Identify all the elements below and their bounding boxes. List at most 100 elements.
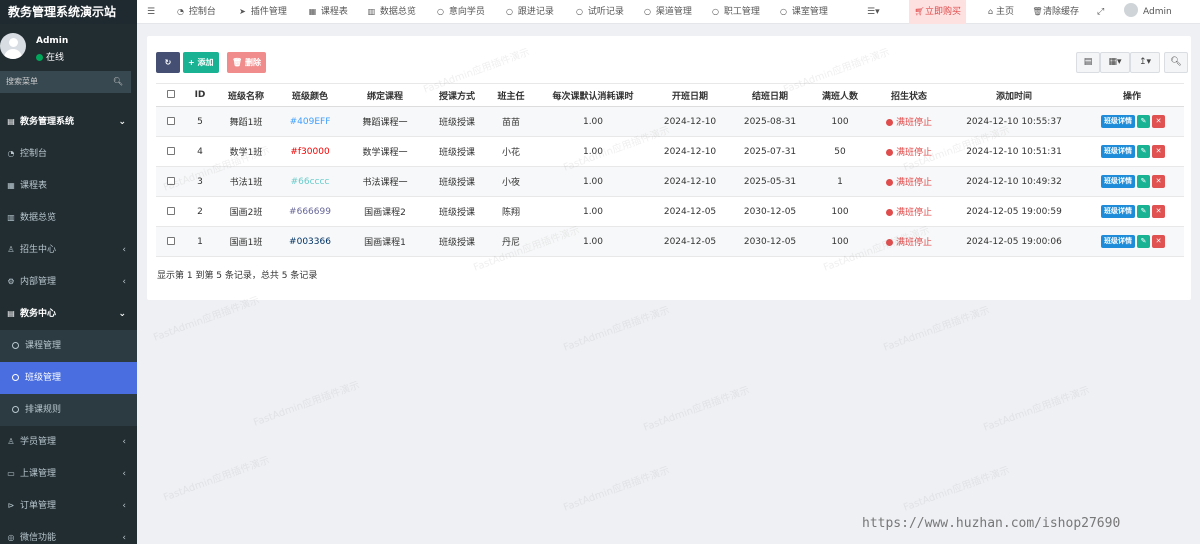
columns-dropdown-button[interactable]: ▦▾ — [1100, 52, 1130, 73]
menu-search-input[interactable]: 搜索菜单 🔍︎ — [0, 71, 131, 93]
status-dot-icon — [885, 209, 893, 216]
row-checkbox[interactable] — [167, 206, 175, 215]
pencil-icon[interactable]: ✎ — [1137, 205, 1150, 218]
trash-icon[interactable]: ✕ — [1152, 145, 1165, 158]
column-header-1[interactable]: 班级名称 — [214, 83, 278, 107]
pencil-icon[interactable]: ✎ — [1137, 175, 1150, 188]
table-row[interactable]: 2 国画2班 #666699 国画课程2 班级授课 陈翔 1.00 2024-12-05 203… — [156, 196, 1184, 227]
column-header-2[interactable]: 班级颜色 — [278, 83, 342, 107]
class-detail-button[interactable]: 班级详情 — [1101, 235, 1135, 248]
buy-now-button[interactable]: 🛒︎立即购买 — [909, 0, 967, 24]
column-header-9[interactable]: 满班人数 — [810, 83, 870, 107]
watermark-text: FastAdmin应用插件演示 — [162, 455, 272, 504]
class-detail-button[interactable]: 班级详情 — [1101, 175, 1135, 188]
sidebar-item-10[interactable]: ♙ 学员管理 ‹ — [0, 426, 137, 458]
cell-name: 数学1班 — [214, 136, 278, 167]
sidebar-item-9[interactable]: 排课规则 — [0, 394, 137, 426]
pencil-icon[interactable]: ✎ — [1137, 145, 1150, 158]
sidebar-item-2[interactable]: ▦ 课程表 — [0, 170, 137, 202]
sidebar-item-13[interactable]: ◎ 微信功能 ‹ — [0, 522, 137, 544]
table-row[interactable]: 4 数学1班 #f30000 数学课程一 班级授课 小花 1.00 2024-12-10 202… — [156, 136, 1184, 167]
trash-icon[interactable]: ✕ — [1152, 205, 1165, 218]
home-icon: ⌂ — [987, 7, 994, 16]
cart-icon: 🛒︎ — [914, 7, 925, 16]
trash-icon[interactable]: ✕ — [1152, 235, 1165, 248]
topnav-item-2[interactable]: ▦ 课程表 — [307, 0, 348, 24]
pencil-icon[interactable]: ✎ — [1137, 115, 1150, 128]
topnav-item-3[interactable]: ▥ 数据总览 — [366, 0, 416, 24]
cell-added: 2024-12-10 10:51:31 — [948, 136, 1080, 167]
column-header-0[interactable]: ID — [186, 83, 214, 107]
column-header-8[interactable]: 结班日期 — [730, 83, 810, 107]
cell-color: #409EFF — [278, 106, 342, 137]
app-logo[interactable]: 教务管理系统演示站 — [0, 0, 137, 24]
add-button[interactable]: + 添加 — [183, 52, 219, 73]
cell-end: 2030-12-05 — [730, 196, 810, 227]
chart-icon: ▥ — [7, 213, 15, 222]
sidebar-item-5[interactable]: ⚙ 内部管理 ‹ — [0, 266, 137, 298]
table-row[interactable]: 1 国画1班 #003366 国画课程1 班级授课 丹尼 1.00 2024-12-05 203… — [156, 226, 1184, 257]
topnav-item-1[interactable]: ➤ 插件管理 — [237, 0, 287, 24]
row-checkbox[interactable] — [167, 236, 175, 245]
menu-toggle-icon[interactable]: ☰ — [147, 0, 155, 24]
column-header-7[interactable]: 开班日期 — [650, 83, 730, 107]
sidebar-item-1[interactable]: ◔ 控制台 — [0, 138, 137, 170]
pencil-icon[interactable]: ✎ — [1137, 235, 1150, 248]
topnav-item-4[interactable]: ○ 意向学员 — [435, 0, 485, 24]
watermark-text: FastAdmin应用插件演示 — [562, 305, 672, 354]
table-row[interactable]: 3 书法1班 #66cccc 书法课程一 班级授课 小夜 1.00 2024-12-10 202… — [156, 166, 1184, 197]
cell-color: #666699 — [278, 196, 342, 227]
watermark-text: FastAdmin应用插件演示 — [562, 465, 672, 514]
column-header-10[interactable]: 招生状态 — [870, 83, 948, 107]
search-toggle-button[interactable]: 🔍︎ — [1164, 52, 1188, 73]
sidebar-item-7[interactable]: 课程管理 — [0, 330, 137, 362]
delete-button[interactable]: 🗑︎ 删除 — [227, 52, 266, 73]
sidebar: 教务管理系统演示站 Admin 在线 搜索菜单 🔍︎ ▤ 教务管理系统 ⌄ ◔ 控制台 ▦… — [0, 0, 137, 544]
topnav-item-9[interactable]: ○ 课室管理 — [778, 0, 828, 24]
topnav-item-7[interactable]: ○ 渠道管理 — [642, 0, 692, 24]
cell-added: 2024-12-05 19:00:06 — [948, 226, 1080, 257]
sidebar-item-8[interactable]: 班级管理 — [0, 362, 137, 394]
cell-teacher: 小花 — [486, 136, 536, 167]
column-header-11[interactable]: 添加时间 — [948, 83, 1080, 107]
sidebar-item-6[interactable]: ▤ 教务中心 ⌄ — [0, 298, 137, 330]
cell-actions: 班级详情 ✎ ✕ — [1080, 106, 1184, 137]
sidebar-item-3[interactable]: ▥ 数据总览 — [0, 202, 137, 234]
topnav-item-0[interactable]: ◔ 控制台 — [175, 0, 216, 24]
trash-icon[interactable]: ✕ — [1152, 175, 1165, 188]
topnav-item-5[interactable]: ○ 跟进记录 — [504, 0, 554, 24]
trash-icon[interactable]: ✕ — [1152, 115, 1165, 128]
sidebar-item-12[interactable]: ⊳ 订单管理 ‹ — [0, 490, 137, 522]
cell-status: 满班停止 — [870, 226, 948, 257]
table-row[interactable]: 5 舞蹈1班 #409EFF 舞蹈课程一 班级授课 苗苗 1.00 2024-12-10 202… — [156, 106, 1184, 137]
circle-icon — [12, 374, 19, 381]
column-header-4[interactable]: 授课方式 — [428, 83, 486, 107]
column-header-3[interactable]: 绑定课程 — [342, 83, 428, 107]
users-icon: ♙ — [7, 437, 15, 446]
topnav-item-6[interactable]: ○ 试听记录 — [574, 0, 624, 24]
sidebar-item-4[interactable]: ♙ 招生中心 ‹ — [0, 234, 137, 266]
topnav-item-8[interactable]: ○ 职工管理 — [710, 0, 760, 24]
search-icon[interactable]: 🔍︎ — [113, 71, 123, 93]
class-detail-button[interactable]: 班级详情 — [1101, 145, 1135, 158]
admin-menu[interactable]: Admin — [1124, 0, 1172, 24]
refresh-button[interactable]: ↻ — [156, 52, 180, 73]
list-dropdown-icon[interactable]: ☰▾ — [867, 0, 880, 24]
class-detail-button[interactable]: 班级详情 — [1101, 115, 1135, 128]
sidebar-item-11[interactable]: ▭ 上课管理 ‹ — [0, 458, 137, 490]
sidebar-item-0[interactable]: ▤ 教务管理系统 ⌄ — [0, 106, 137, 138]
home-link[interactable]: ⌂ 主页 — [985, 0, 1014, 24]
class-detail-button[interactable]: 班级详情 — [1101, 205, 1135, 218]
row-checkbox[interactable] — [167, 116, 175, 125]
clear-cache-button[interactable]: 🗑︎清除缓存 — [1032, 0, 1079, 24]
row-checkbox[interactable] — [167, 176, 175, 185]
row-checkbox[interactable] — [167, 146, 175, 155]
column-header-5[interactable]: 班主任 — [486, 83, 536, 107]
column-header-6[interactable]: 每次课默认消耗课时 — [536, 83, 650, 107]
watermark-text: FastAdmin应用插件演示 — [252, 380, 362, 429]
column-header-12[interactable]: 操作 — [1080, 83, 1184, 107]
toggle-view-button[interactable]: ▤ — [1076, 52, 1100, 73]
fullscreen-icon[interactable]: ⤢ — [1097, 0, 1104, 24]
select-all-checkbox[interactable] — [167, 90, 175, 98]
export-dropdown-button[interactable]: ↥▾ — [1130, 52, 1160, 73]
